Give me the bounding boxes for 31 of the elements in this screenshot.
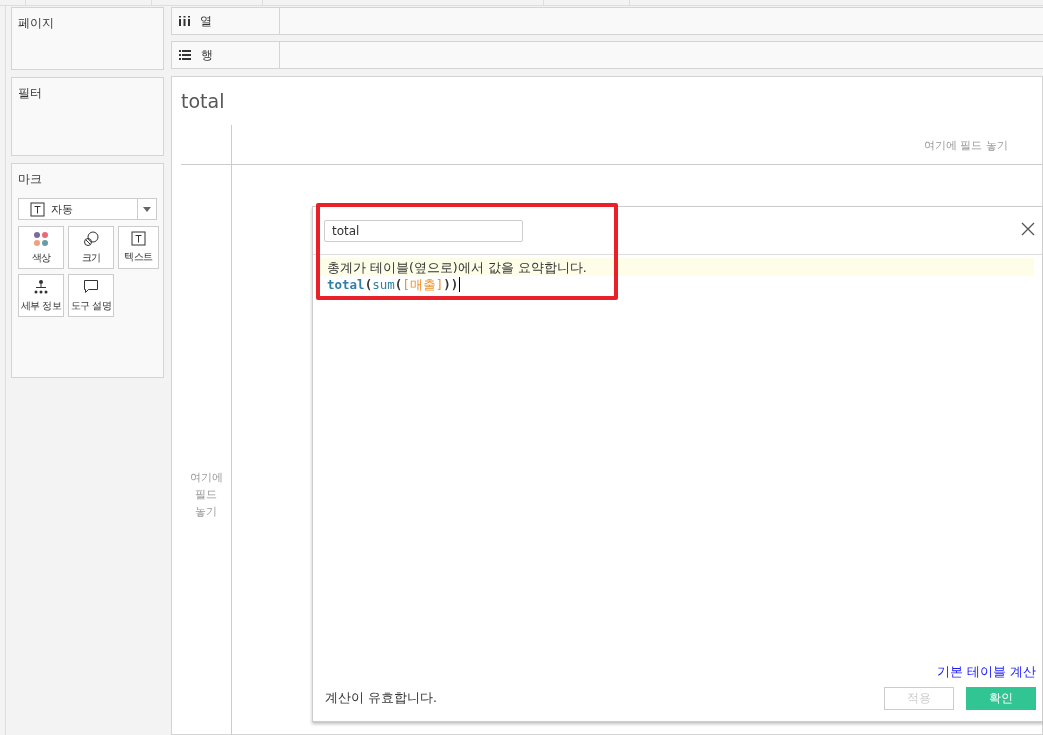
hierarchy-icon	[33, 278, 49, 295]
caret-icon	[143, 206, 151, 212]
speech-bubble-icon	[83, 278, 99, 295]
size-icon	[83, 230, 99, 247]
card-title: 페이지	[18, 16, 54, 30]
mark-tooltip-button[interactable]: 도구 설명	[68, 274, 114, 317]
text-icon	[30, 201, 45, 217]
description-text: 총계가 테이블(옆으로)에서 값을 요약합니다.	[327, 260, 587, 275]
rows-icon	[179, 50, 191, 60]
status-text: 계산이 유효합니다.	[325, 690, 438, 707]
formula-editor[interactable]: 총계가 테이블(옆으로)에서 값을 요약합니다. total(sum([매출]))	[313, 255, 1042, 664]
view-title: total	[181, 90, 225, 112]
columns-icon	[179, 16, 190, 26]
mark-detail-button[interactable]: 세부 정보	[18, 274, 64, 317]
text-cursor	[459, 277, 461, 292]
mark-text-button[interactable]: 텍스트	[118, 226, 159, 269]
default-table-calc-link[interactable]: 기본 테이블 계산	[937, 664, 1036, 681]
shelf-label: 행	[201, 46, 213, 64]
shelf-label: 열	[200, 12, 212, 30]
mark-color-button[interactable]: 색상	[18, 226, 64, 269]
card-title: 필터	[18, 86, 42, 100]
mark-type-dropdown[interactable]: 자동	[18, 198, 157, 220]
columns-shelf[interactable]: 열	[171, 7, 1043, 35]
close-button[interactable]	[1020, 221, 1036, 237]
color-dots-icon	[33, 230, 49, 247]
calculation-name-field[interactable]: total	[324, 219, 523, 242]
mark-size-button[interactable]: 크기	[68, 226, 114, 269]
formula-text: total(sum([매출]))	[327, 276, 459, 293]
text-icon	[131, 231, 146, 246]
card-title: 마크	[18, 172, 42, 186]
rows-shelf[interactable]: 행	[171, 41, 1043, 69]
